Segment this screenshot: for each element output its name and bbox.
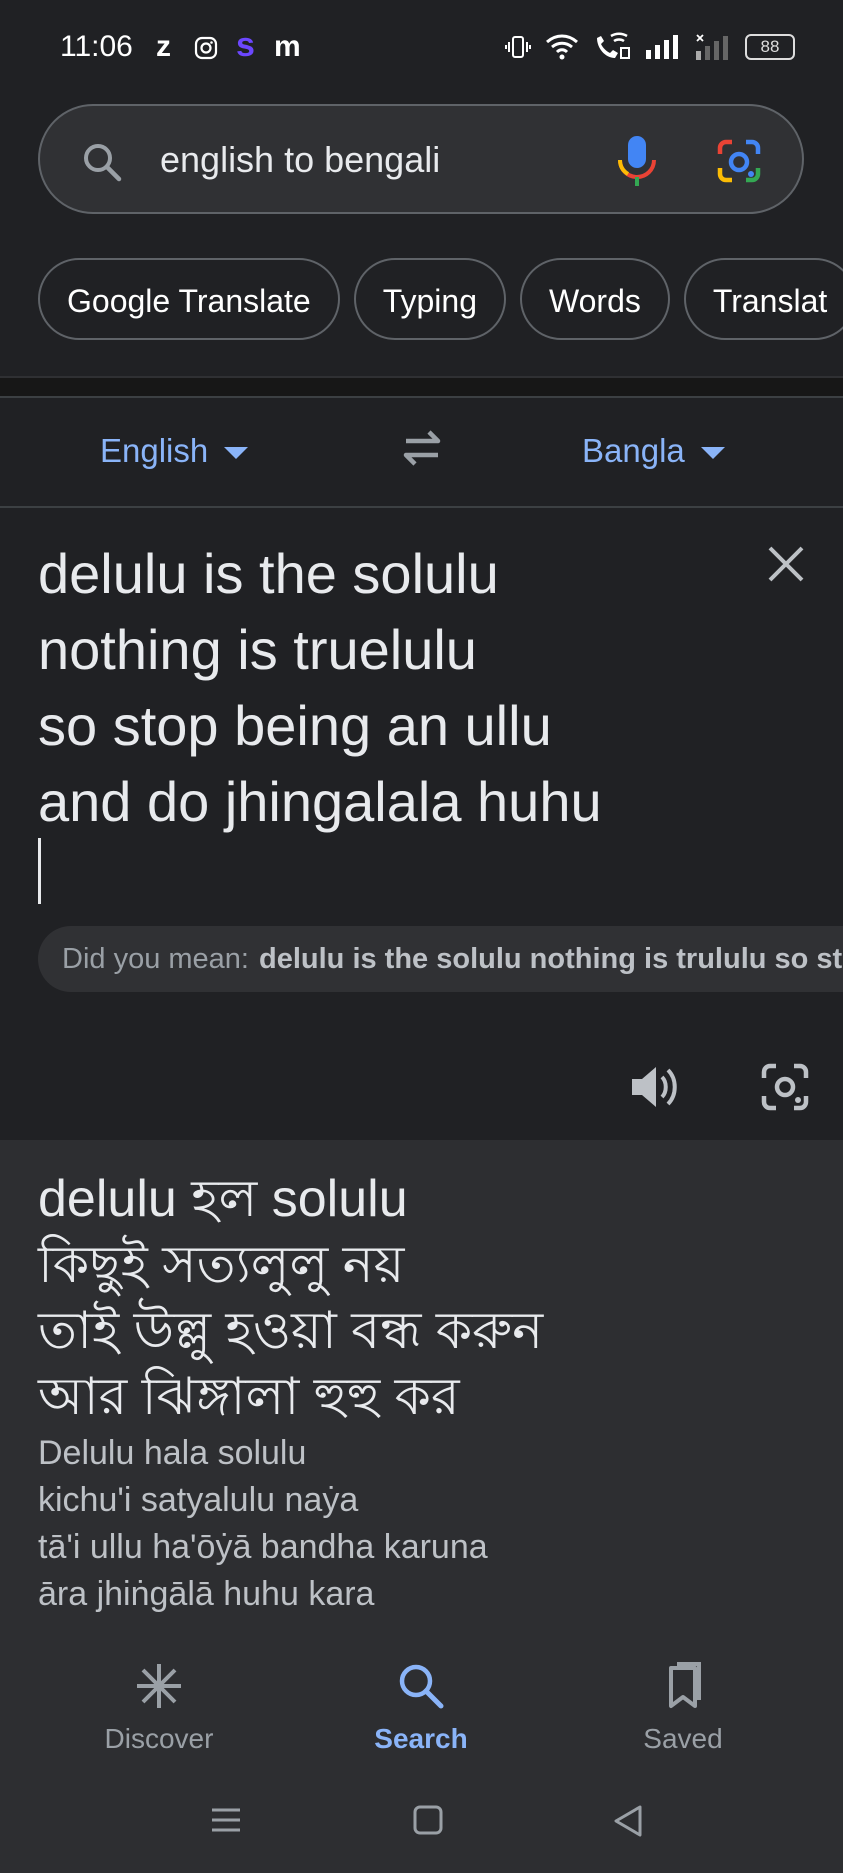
saved-icon xyxy=(669,1662,701,1708)
source-text-input[interactable]: delulu is the solulu nothing is truelulu… xyxy=(38,536,758,840)
language-selector-row: English Bangla xyxy=(0,396,843,508)
close-icon[interactable] xyxy=(766,544,806,589)
m-app-notification-icon: m xyxy=(274,30,301,63)
search-icon xyxy=(80,140,124,189)
section-divider xyxy=(0,376,843,398)
did-you-mean-text: delulu is the solulu nothing is trululu … xyxy=(259,943,843,975)
signal-icon xyxy=(646,35,678,59)
status-bar: 11:06 z s m 88 xyxy=(0,0,843,100)
s-app-notification-icon: s xyxy=(236,26,255,64)
search-input[interactable]: english to bengali xyxy=(160,130,600,190)
speaker-icon[interactable] xyxy=(628,1062,684,1117)
translated-text: delulu হল solulu কিছুই সত্যলুলু নয় তাই … xyxy=(38,1170,544,1426)
nav-discover[interactable]: Discover xyxy=(59,1660,259,1755)
home-icon[interactable] xyxy=(412,1804,444,1841)
search-bar[interactable]: english to bengali xyxy=(38,104,804,214)
zomato-notification-icon: z xyxy=(156,30,171,63)
back-icon[interactable] xyxy=(612,1804,646,1843)
transliteration-text: Delulu hala solulu kichu'i satyalulu naẏ… xyxy=(38,1434,488,1613)
text-cursor xyxy=(38,838,41,904)
caret-down-icon xyxy=(224,447,249,460)
signal-weak-icon xyxy=(696,34,728,60)
nav-saved[interactable]: Saved xyxy=(583,1660,783,1755)
translation-result-panel: delulu হল solulu কিছুই সত্যলুলু নয় তাই … xyxy=(0,1140,843,1640)
did-you-mean-label: Did you mean: xyxy=(62,943,249,975)
menu-icon[interactable] xyxy=(210,1804,242,1841)
search-icon xyxy=(399,1664,444,1709)
system-navigation-bar xyxy=(0,1780,843,1873)
instagram-icon xyxy=(194,36,218,65)
chip-words[interactable]: Words xyxy=(519,258,670,340)
target-language-dropdown[interactable]: Bangla xyxy=(582,432,725,470)
chip-translate[interactable]: Translat xyxy=(683,258,843,340)
suggestion-chips: Google Translate Typing Words Translat xyxy=(38,258,843,344)
caret-down-icon xyxy=(700,447,725,460)
wifi-icon xyxy=(546,34,578,60)
discover-icon xyxy=(137,1664,181,1708)
google-lens-icon[interactable] xyxy=(716,138,762,189)
wifi-calling-icon xyxy=(597,32,630,59)
swap-languages-icon[interactable] xyxy=(398,426,446,475)
nav-saved-label: Saved xyxy=(643,1723,723,1754)
target-language-label: Bangla xyxy=(582,432,685,469)
status-icons: 88 xyxy=(505,32,795,62)
chip-typing[interactable]: Typing xyxy=(353,258,506,340)
source-language-dropdown[interactable]: English xyxy=(100,432,249,470)
source-language-label: English xyxy=(100,432,209,469)
battery-indicator: 88 xyxy=(745,34,795,60)
nav-search[interactable]: Search xyxy=(321,1660,521,1755)
camera-translate-icon[interactable] xyxy=(760,1062,810,1117)
did-you-mean-suggestion[interactable]: Did you mean: delulu is the solulu nothin… xyxy=(38,926,843,992)
vibrate-icon xyxy=(505,36,531,58)
status-time: 11:06 xyxy=(60,30,133,63)
mic-icon[interactable] xyxy=(610,132,664,195)
nav-search-label: Search xyxy=(374,1723,468,1754)
nav-discover-label: Discover xyxy=(104,1723,214,1754)
chip-google-translate[interactable]: Google Translate xyxy=(38,258,340,340)
bottom-navigation: Discover Search Saved xyxy=(0,1640,843,1780)
